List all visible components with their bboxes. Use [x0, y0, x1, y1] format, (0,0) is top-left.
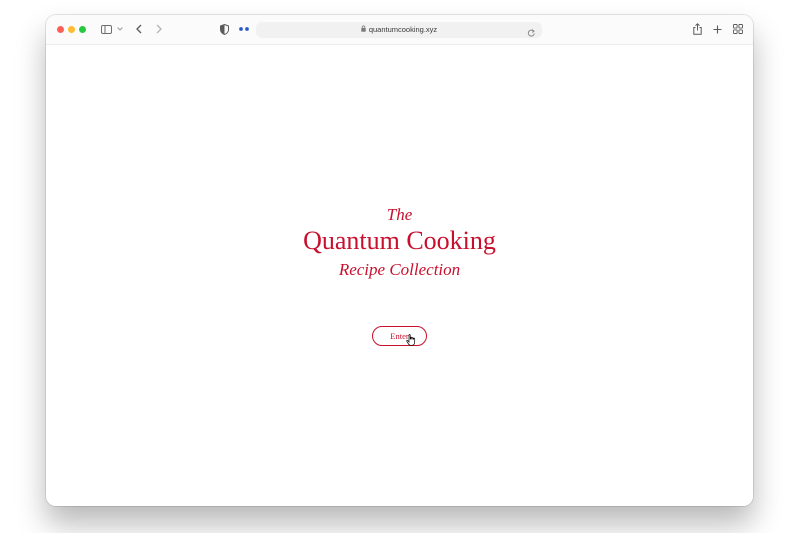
chevron-down-icon[interactable]: [116, 24, 124, 34]
close-window-button[interactable]: [57, 26, 64, 33]
share-icon[interactable]: [692, 22, 702, 36]
maximize-window-button[interactable]: [79, 26, 86, 33]
extension-icon[interactable]: [237, 23, 251, 35]
page-title: Quantum Cooking: [303, 226, 496, 255]
tab-overview-icon[interactable]: [732, 23, 744, 35]
browser-window: quantumcooking.xyz The Quantum Cooking R…: [46, 15, 753, 506]
minimize-window-button[interactable]: [68, 26, 75, 33]
sidebar-icon[interactable]: [100, 23, 112, 35]
enter-button[interactable]: Enter: [372, 326, 427, 346]
pointer-cursor-icon: [406, 333, 416, 351]
shield-icon[interactable]: [218, 23, 230, 35]
url-field[interactable]: quantumcooking.xyz: [256, 23, 542, 37]
url-text: quantumcooking.xyz: [368, 25, 438, 34]
reload-icon[interactable]: [527, 25, 536, 43]
lock-icon: [361, 23, 366, 37]
back-icon[interactable]: [134, 23, 144, 35]
new-tab-icon[interactable]: [712, 23, 722, 35]
page-subtitle: Recipe Collection: [338, 260, 461, 279]
forward-icon[interactable]: [154, 23, 164, 35]
address-bar[interactable]: quantumcooking.xyz: [256, 22, 542, 38]
title-the: The: [386, 205, 413, 224]
browser-toolbar: quantumcooking.xyz: [46, 15, 753, 45]
page-content: The Quantum Cooking Recipe Collection En…: [46, 45, 753, 506]
